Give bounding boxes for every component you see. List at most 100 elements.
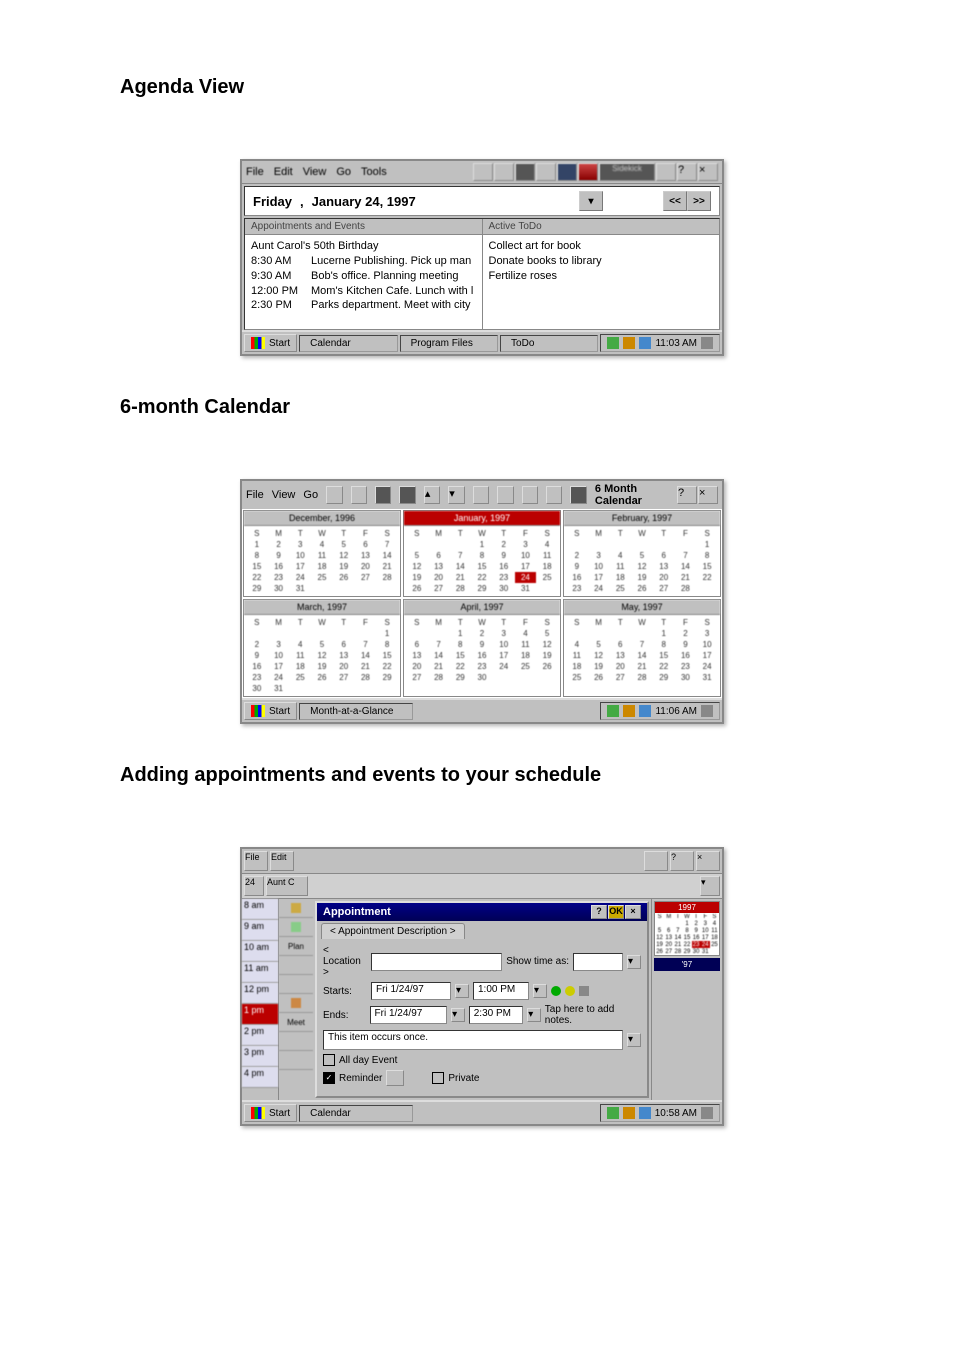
time-slot[interactable]: 2 pm: [242, 1025, 278, 1046]
toolbar-button[interactable]: [351, 486, 367, 504]
reminder-options-button[interactable]: [386, 1070, 404, 1086]
toolbar-button[interactable]: [656, 163, 676, 181]
menu-tools[interactable]: Tools: [361, 166, 387, 178]
start-button[interactable]: Start: [244, 334, 297, 352]
toolbar-button[interactable]: [473, 163, 493, 181]
taskbar-app[interactable]: Calendar: [299, 1105, 413, 1122]
taskbar-app[interactable]: Program Files: [400, 335, 498, 352]
toolbar-button[interactable]: [494, 163, 514, 181]
toolbar-button[interactable]: [522, 486, 538, 504]
start-button[interactable]: Start: [244, 1104, 297, 1122]
gear-icon[interactable]: [579, 986, 589, 996]
appointment-row[interactable]: 2:30 PMParks department. Meet with city: [251, 298, 476, 313]
menu-edit[interactable]: Edit: [274, 166, 293, 178]
strip-item[interactable]: [279, 1032, 313, 1051]
menu-go[interactable]: Go: [336, 166, 351, 178]
allday-checkbox[interactable]: [323, 1054, 335, 1066]
tray-icon[interactable]: [607, 1107, 619, 1119]
strip-item[interactable]: [279, 899, 313, 918]
bell-icon[interactable]: [565, 986, 575, 996]
month-panel[interactable]: May, 1997 SMTWTFS12345678910111213141516…: [563, 599, 721, 697]
menu-edit[interactable]: Edit: [270, 851, 294, 871]
nav-button[interactable]: 24: [244, 876, 264, 896]
close-button[interactable]: ×: [698, 163, 718, 181]
help-button[interactable]: ?: [677, 486, 697, 504]
showtime-select[interactable]: [573, 953, 623, 971]
menu-file[interactable]: File: [246, 489, 264, 501]
toolbar-button[interactable]: [546, 486, 562, 504]
tray-icon[interactable]: [607, 705, 619, 717]
dropdown-icon[interactable]: ▾: [627, 955, 641, 969]
dropdown-icon[interactable]: ▾: [455, 984, 469, 998]
private-checkbox[interactable]: [432, 1072, 444, 1084]
time-slot[interactable]: 3 pm: [242, 1046, 278, 1067]
strip-item[interactable]: [279, 975, 313, 994]
dropdown-icon[interactable]: ▾: [533, 984, 547, 998]
strip-item[interactable]: [279, 1051, 313, 1070]
strip-item[interactable]: Plan: [279, 937, 313, 956]
taskbar-app[interactable]: ToDo: [500, 335, 598, 352]
toolbar-button[interactable]: [570, 486, 586, 504]
ends-date-input[interactable]: Fri 1/24/97: [370, 1006, 448, 1024]
menu-file[interactable]: File: [244, 851, 268, 871]
toolbar-button[interactable]: [473, 486, 489, 504]
location-input[interactable]: [371, 953, 502, 971]
dropdown-icon[interactable]: ▾: [527, 1008, 541, 1022]
strip-item[interactable]: Meet: [279, 1013, 313, 1032]
next-button[interactable]: >>: [687, 191, 711, 211]
ok-button[interactable]: OK: [608, 905, 624, 919]
month-panel[interactable]: February, 1997 SMTWTFS123456789101112131…: [563, 510, 721, 597]
start-button[interactable]: Start: [244, 702, 297, 720]
strip-item[interactable]: [279, 956, 313, 975]
tray-icon[interactable]: [639, 705, 651, 717]
notes-hint[interactable]: Tap here to add notes.: [545, 1004, 641, 1026]
help-button[interactable]: ?: [591, 905, 607, 919]
month-panel[interactable]: March, 1997 SMTWTFS123456789101112131415…: [243, 599, 401, 697]
starts-date-input[interactable]: Fri 1/24/97: [371, 982, 451, 1000]
tray-icon[interactable]: [623, 705, 635, 717]
toolbar-button[interactable]: [399, 486, 415, 504]
menu-view[interactable]: View: [303, 166, 327, 178]
toolbar-button[interactable]: [515, 163, 535, 181]
taskbar-app[interactable]: Month-at-a-Glance: [299, 703, 413, 720]
strip-item[interactable]: [279, 918, 313, 937]
time-slot[interactable]: 8 am: [242, 899, 278, 920]
month-panel[interactable]: January, 1997 SMTWTFS1234567891011121314…: [403, 510, 561, 597]
toolbar-button[interactable]: [536, 163, 556, 181]
close-button[interactable]: ×: [698, 486, 718, 504]
dropdown-button[interactable]: ▾: [579, 191, 603, 211]
month-panel[interactable]: April, 1997 SMTWTFS123456789101112131415…: [403, 599, 561, 697]
month-panel[interactable]: December, 1996 SMTWTFS123456789101112131…: [243, 510, 401, 597]
todo-item[interactable]: Donate books to library: [489, 254, 714, 269]
toolbar-button[interactable]: [578, 163, 598, 181]
mini-calendar[interactable]: 1997 SMTWTFS 1234 567891011 121314151617…: [654, 901, 720, 956]
toolbar-button[interactable]: [644, 851, 668, 871]
time-slot[interactable]: 11 am: [242, 962, 278, 983]
tray-icon[interactable]: [623, 1107, 635, 1119]
dropdown-icon[interactable]: ▾: [627, 1033, 641, 1047]
todo-item[interactable]: Fertilize roses: [489, 269, 714, 284]
toolbar-button[interactable]: [326, 486, 342, 504]
up-button[interactable]: ▴: [424, 486, 440, 504]
tray-icon[interactable]: [701, 1107, 713, 1119]
menu-go[interactable]: Go: [303, 489, 318, 501]
reminder-checkbox[interactable]: ✓: [323, 1072, 335, 1084]
dropdown-icon[interactable]: ▾: [451, 1008, 465, 1022]
time-slot[interactable]: 12 pm: [242, 983, 278, 1004]
close-button[interactable]: ×: [696, 851, 720, 871]
event-title[interactable]: Aunt Carol's 50th Birthday: [251, 239, 476, 254]
toolbar-button[interactable]: [375, 486, 391, 504]
ends-time-input[interactable]: 2:30 PM: [469, 1006, 523, 1024]
down-button[interactable]: ▾: [448, 486, 464, 504]
help-button[interactable]: ?: [670, 851, 694, 871]
strip-item[interactable]: [279, 994, 313, 1013]
tray-icon[interactable]: [701, 337, 713, 349]
time-slot-selected[interactable]: 1 pm: [242, 1004, 278, 1025]
dropdown-button[interactable]: ▾: [700, 876, 720, 896]
tray-icon[interactable]: [701, 705, 713, 717]
tray-icon[interactable]: [639, 337, 651, 349]
toolbar-button[interactable]: [497, 486, 513, 504]
tray-icon[interactable]: [639, 1107, 651, 1119]
taskbar-app[interactable]: Calendar: [299, 335, 397, 352]
occurs-select[interactable]: This item occurs once.: [323, 1030, 623, 1050]
